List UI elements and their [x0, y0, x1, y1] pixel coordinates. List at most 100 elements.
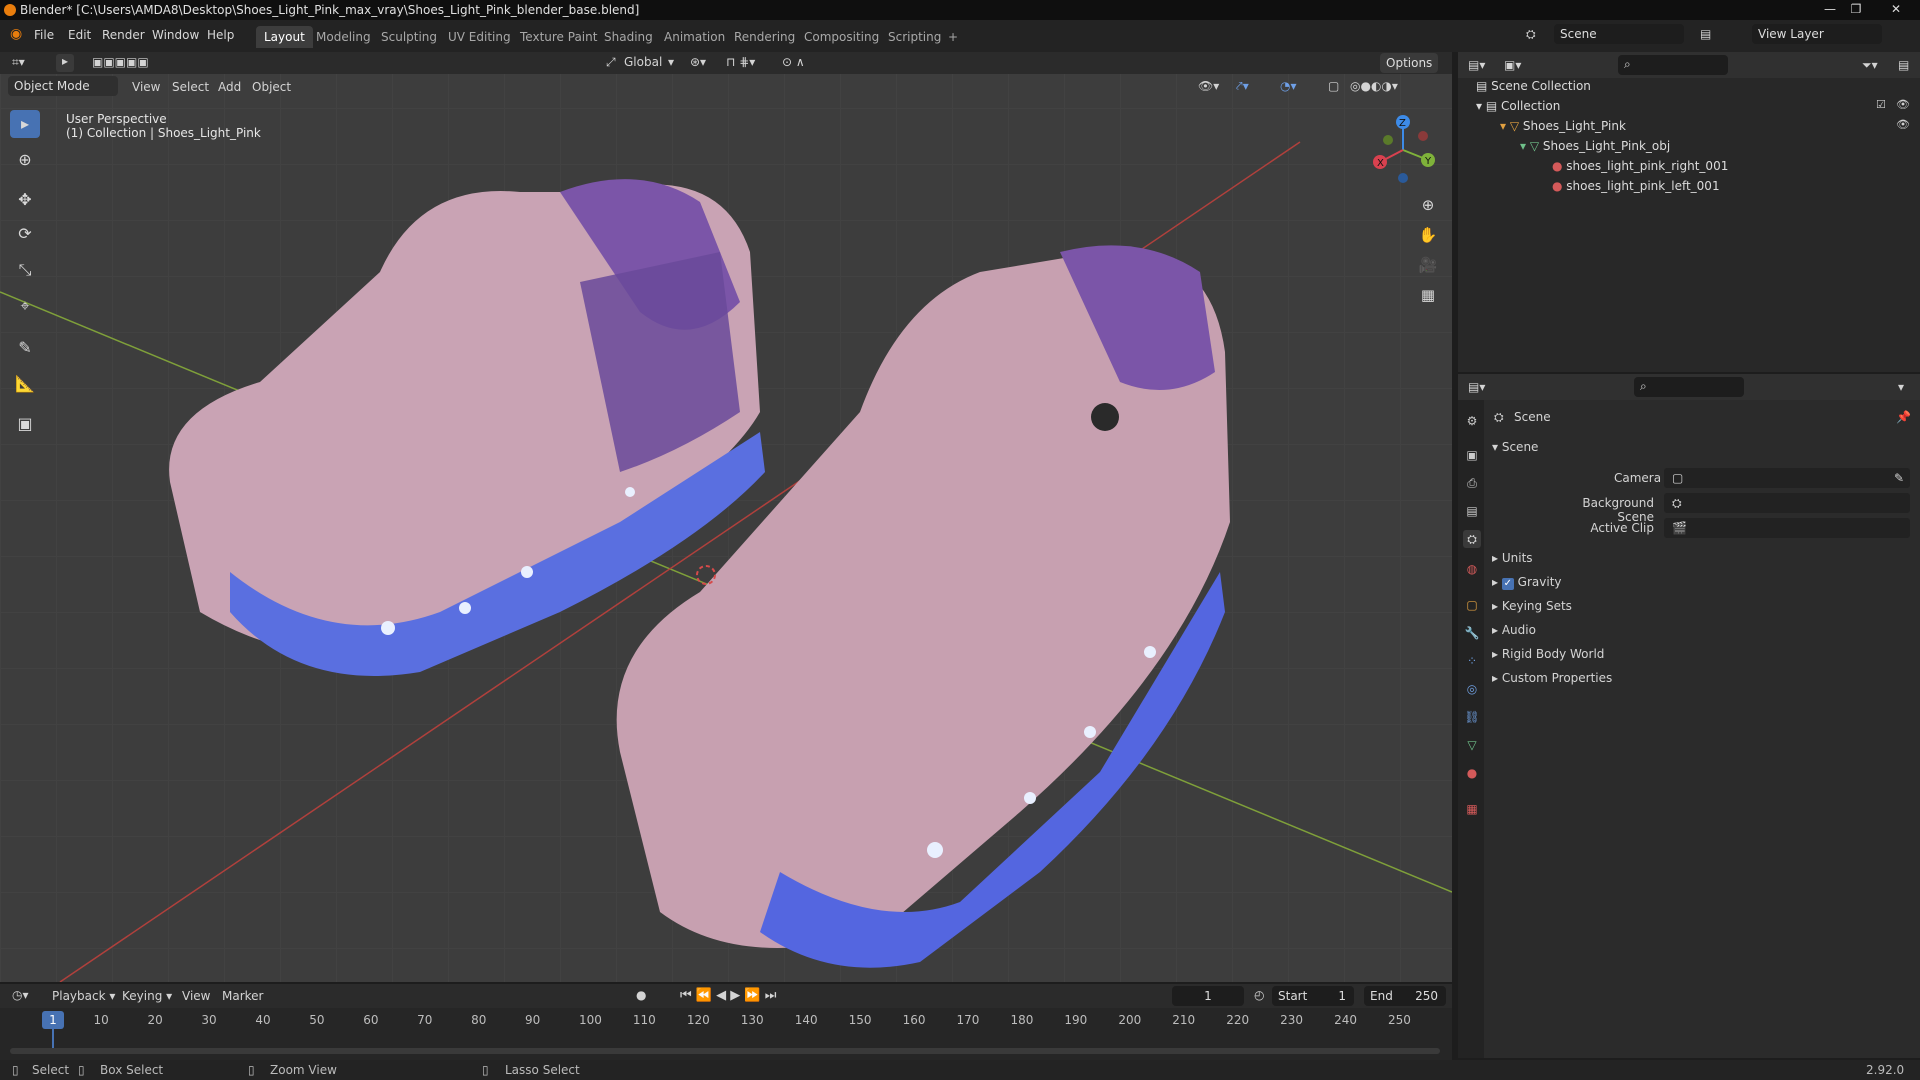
tab-texture-paint[interactable]: Texture Paint — [512, 26, 605, 48]
current-frame-field[interactable]: 1 — [1172, 986, 1244, 1006]
measure-tool[interactable]: 📐 — [10, 370, 40, 398]
audio-panel-header[interactable]: ▸ Audio — [1492, 623, 1536, 637]
cursor-tool[interactable]: ⊕ — [10, 146, 40, 174]
outliner-row-shoes-light-pink[interactable]: ▾ ▽ Shoes_Light_Pink — [1500, 116, 1626, 136]
zoom-icon[interactable]: ⊕ — [1417, 194, 1439, 216]
add-workspace-button[interactable]: + — [940, 26, 966, 48]
render-tab-icon[interactable]: ▣ — [1463, 446, 1481, 464]
tab-shading[interactable]: Shading — [596, 26, 661, 48]
scale-tool[interactable]: ⤡ — [10, 256, 40, 284]
tab-layout[interactable]: Layout — [256, 26, 313, 48]
navigation-gizmo[interactable]: Z Y X — [1368, 112, 1438, 188]
tab-modeling[interactable]: Modeling — [308, 26, 379, 48]
texture-tab-icon[interactable]: ▦ — [1463, 800, 1481, 818]
orientation-dropdown[interactable]: Global — [624, 55, 662, 69]
editor-type-icon[interactable]: ⌗▾ — [12, 55, 25, 70]
eye-icon[interactable]: 👁 — [1896, 98, 1910, 111]
menu-object[interactable]: Object — [252, 80, 291, 94]
clock-icon[interactable]: ◴ — [1254, 988, 1264, 1002]
menu-file[interactable]: File — [34, 28, 54, 42]
scene-tab-icon[interactable]: ⛭ — [1463, 530, 1481, 548]
overlays-toggle-icon[interactable]: ◔▾ — [1280, 79, 1297, 93]
3d-viewport[interactable] — [0, 52, 1452, 982]
blender-menu-icon[interactable]: ◉ — [10, 26, 22, 42]
menu-add[interactable]: Add — [218, 80, 241, 94]
transform-tool[interactable]: ⌖ — [10, 292, 40, 320]
close-button[interactable]: ✕ — [1884, 0, 1908, 18]
record-icon[interactable]: ● — [636, 988, 646, 1002]
constraints-tab-icon[interactable]: ⛓ — [1463, 708, 1481, 726]
proportional-edit-icon[interactable]: ⊙ ∧ — [782, 55, 805, 69]
material-tab-icon[interactable]: ● — [1463, 764, 1481, 782]
chevron-down-icon[interactable]: ▾ — [1898, 380, 1904, 394]
timeline-scrollbar[interactable] — [10, 1048, 1440, 1054]
gravity-checkbox[interactable]: ✓ — [1501, 578, 1514, 590]
playback-controls-icons[interactable]: ⏮ ⏪ ◀ ▶ ⏩ ⏭ — [680, 988, 776, 1003]
scene-selector[interactable]: Scene — [1554, 24, 1684, 44]
view-layer-selector[interactable]: View Layer — [1752, 24, 1882, 44]
options-dropdown[interactable]: Options — [1380, 53, 1439, 73]
tab-uv-editing[interactable]: UV Editing — [440, 26, 519, 48]
add-cube-tool[interactable]: ▣ — [10, 410, 40, 438]
particles-tab-icon[interactable]: ⁘ — [1463, 652, 1481, 670]
menu-view[interactable]: View — [132, 80, 160, 94]
outliner-row-left-shoe-material[interactable]: ● shoes_light_pink_left_001 — [1552, 176, 1720, 196]
camera-field[interactable] — [1664, 468, 1910, 488]
pin-icon[interactable]: 📌 — [1896, 410, 1911, 424]
menu-render[interactable]: Render — [102, 28, 145, 42]
select-box-tool[interactable]: ▸ — [10, 110, 40, 138]
outliner-search-input[interactable] — [1618, 55, 1728, 75]
modifier-tab-icon[interactable]: 🔧 — [1463, 624, 1481, 642]
end-frame-field[interactable]: End 250 — [1364, 986, 1446, 1006]
display-mode-icon[interactable]: ▣▾ — [1504, 58, 1521, 72]
menu-window[interactable]: Window — [152, 28, 199, 42]
xray-toggle-icon[interactable]: ▢ — [1328, 79, 1339, 93]
custom-properties-panel-header[interactable]: ▸ Custom Properties — [1492, 671, 1612, 685]
outliner-row-right-shoe-material[interactable]: ● shoes_light_pink_right_001 — [1552, 156, 1728, 176]
tab-sculpting[interactable]: Sculpting — [373, 26, 445, 48]
pan-hand-icon[interactable]: ✋ — [1417, 224, 1439, 246]
world-tab-icon[interactable]: ◍ — [1463, 560, 1481, 578]
eye-icon[interactable]: 👁 — [1896, 118, 1910, 131]
shading-modes-icons[interactable]: ◎●◐◑▾ — [1350, 79, 1398, 93]
object-mode-dropdown[interactable]: Object Mode — [8, 76, 118, 96]
snap-icon[interactable]: ⊓ ⋕▾ — [726, 55, 755, 69]
tab-rendering[interactable]: Rendering — [726, 26, 803, 48]
timeline-editor-icon[interactable]: ◷▾ — [12, 988, 29, 1002]
menu-edit[interactable]: Edit — [68, 28, 91, 42]
select-tool-icon[interactable]: ▸ — [56, 54, 74, 72]
tool-tab-icon[interactable]: ⚙ — [1463, 412, 1481, 430]
physics-tab-icon[interactable]: ◎ — [1463, 680, 1481, 698]
collection-checkbox[interactable]: ☑ — [1876, 98, 1886, 111]
tab-animation[interactable]: Animation — [656, 26, 733, 48]
outliner-editor-icon[interactable]: ▤▾ — [1468, 58, 1485, 72]
annotate-tool[interactable]: ✎ — [10, 334, 40, 362]
move-tool[interactable]: ✥ — [10, 186, 40, 214]
rigid-body-world-panel-header[interactable]: ▸ Rigid Body World — [1492, 647, 1604, 661]
minimize-button[interactable]: — — [1818, 0, 1842, 18]
pivot-icon[interactable]: ⊛▾ — [690, 55, 706, 69]
select-mode-icons[interactable]: ▣▣▣▣▣ — [92, 55, 149, 69]
properties-search-input[interactable] — [1634, 377, 1744, 397]
visibility-icon[interactable]: 👁▾ — [1198, 79, 1219, 93]
filter-icon[interactable]: ⏷▾ — [1862, 58, 1878, 73]
eyedropper-icon[interactable]: ✎ — [1894, 471, 1904, 485]
menu-help[interactable]: Help — [207, 28, 234, 42]
view-layer-tab-icon[interactable]: ▤ — [1463, 502, 1481, 520]
outliner-row-scene-collection[interactable]: ▤ Scene Collection — [1476, 76, 1591, 96]
menu-select[interactable]: Select — [172, 80, 209, 94]
units-panel-header[interactable]: ▸ Units — [1492, 551, 1533, 565]
background-scene-field[interactable] — [1664, 493, 1910, 513]
gravity-panel-header[interactable]: ▸ ✓ Gravity — [1492, 575, 1562, 590]
timeline-menu-marker[interactable]: Marker — [222, 989, 263, 1003]
new-collection-icon[interactable]: ▤ — [1898, 58, 1909, 72]
rotate-tool[interactable]: ⟳ — [10, 220, 40, 248]
tab-scripting[interactable]: Scripting — [880, 26, 949, 48]
scene-panel-header[interactable]: ▾ Scene — [1492, 440, 1538, 454]
perspective-toggle-icon[interactable]: ▦ — [1417, 284, 1439, 306]
maximize-button[interactable]: ❐ — [1844, 0, 1868, 18]
keying-sets-panel-header[interactable]: ▸ Keying Sets — [1492, 599, 1572, 613]
outliner-row-collection[interactable]: ▾ ▤ Collection — [1476, 96, 1560, 116]
view-layer-icon[interactable]: ▤ — [1700, 27, 1711, 41]
properties-editor-icon[interactable]: ▤▾ — [1468, 380, 1485, 394]
